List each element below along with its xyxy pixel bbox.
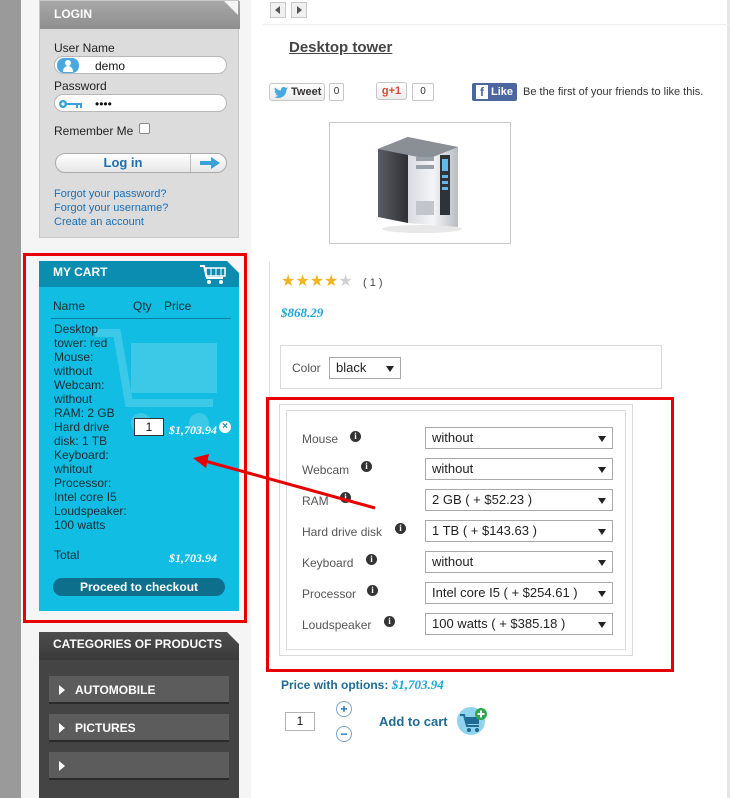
- username-field[interactable]: [54, 56, 227, 74]
- password-input[interactable]: [95, 96, 215, 111]
- facebook-social-text: Be the first of your friends to like thi…: [523, 86, 704, 98]
- login-button[interactable]: Log in: [55, 153, 227, 173]
- caret-right-icon: [59, 761, 65, 771]
- categories-module: CATEGORIES OF PRODUCTS AUTOMOBILE PICTUR…: [39, 632, 239, 798]
- price-with-options-value: $1,703.94: [391, 677, 444, 692]
- left-gray-strip: [0, 0, 21, 798]
- user-icon: [57, 58, 79, 73]
- top-divider: [263, 24, 730, 25]
- star-filled-icon: ★: [324, 273, 339, 290]
- options-highlight-frame: [266, 397, 674, 672]
- create-account-link[interactable]: Create an account: [54, 216, 144, 228]
- google-plus-icon: g: [381, 85, 389, 97]
- star-filled-icon: ★: [295, 273, 310, 290]
- next-product-button[interactable]: [291, 2, 307, 18]
- color-select[interactable]: black: [329, 357, 401, 379]
- categories-title: CATEGORIES OF PRODUCTS: [53, 637, 223, 651]
- login-title: LOGIN: [54, 7, 92, 21]
- facebook-icon: f: [476, 85, 488, 99]
- desktop-tower-image: [378, 137, 462, 233]
- login-button-label: Log in: [103, 155, 143, 170]
- category-item-pictures[interactable]: PICTURES: [49, 714, 229, 742]
- color-label: Color: [292, 361, 321, 375]
- password-label: Password: [54, 79, 107, 93]
- remember-checkbox[interactable]: [139, 123, 150, 134]
- star-filled-icon: ★: [281, 273, 296, 290]
- login-module: LOGIN User Name Password Remember Me Log…: [39, 0, 240, 238]
- login-header: LOGIN: [40, 1, 240, 29]
- remember-label: Remember Me: [54, 124, 134, 138]
- previous-product-button[interactable]: [270, 2, 286, 18]
- username-input[interactable]: [95, 58, 215, 73]
- forgot-password-link[interactable]: Forgot your password?: [54, 188, 167, 200]
- categories-corner: [227, 632, 239, 644]
- forgot-username-link[interactable]: Forgot your username?: [54, 202, 168, 214]
- price-with-options-label: Price with options:: [281, 678, 389, 692]
- decrease-quantity-button[interactable]: −: [336, 726, 352, 742]
- category-item-automobile[interactable]: AUTOMOBILE: [49, 676, 229, 704]
- increase-quantity-button[interactable]: +: [336, 701, 352, 717]
- quantity-input[interactable]: 1: [285, 712, 315, 731]
- google-plus-count: 0: [412, 83, 434, 101]
- username-label: User Name: [54, 41, 115, 55]
- annotation-arrow: [193, 454, 376, 510]
- category-item-third[interactable]: [49, 752, 229, 780]
- product-title[interactable]: Desktop tower: [289, 39, 392, 56]
- add-to-cart-link[interactable]: Add to cart: [379, 714, 448, 729]
- category-label: AUTOMOBILE: [75, 683, 156, 697]
- tweet-button[interactable]: Tweet: [269, 83, 325, 101]
- key-icon: [59, 100, 82, 108]
- add-to-cart-icon[interactable]: [456, 706, 488, 736]
- password-field[interactable]: [54, 94, 227, 112]
- twitter-icon: [274, 87, 288, 98]
- tweet-label: Tweet: [291, 86, 322, 98]
- caret-right-icon: [59, 723, 65, 733]
- product-image[interactable]: [329, 122, 511, 244]
- star-filled-icon: ★: [309, 273, 325, 290]
- price-with-options: Price with options: $1,703.94: [281, 677, 444, 693]
- google-plus-button[interactable]: g+1: [376, 82, 407, 100]
- rating-stars[interactable]: ★★★★★: [281, 274, 361, 290]
- arrow-right-icon: [200, 157, 220, 169]
- categories-header: CATEGORIES OF PRODUCTS: [39, 632, 239, 660]
- caret-right-icon: [59, 685, 65, 695]
- login-button-separator: [190, 154, 191, 172]
- category-label: PICTURES: [75, 721, 136, 735]
- facebook-like-button[interactable]: f Like: [472, 83, 517, 101]
- google-plus-label: +1: [388, 85, 402, 97]
- product-price: $868.29: [281, 305, 324, 320]
- tweet-count: 0: [329, 83, 344, 101]
- rating-count: ( 1 ): [363, 277, 383, 289]
- star-empty-icon: ★: [338, 273, 353, 290]
- cart-highlight-frame: [23, 253, 247, 623]
- color-option-box: Color black: [280, 345, 662, 389]
- login-corner: [224, 1, 238, 15]
- facebook-like-label: Like: [491, 86, 514, 98]
